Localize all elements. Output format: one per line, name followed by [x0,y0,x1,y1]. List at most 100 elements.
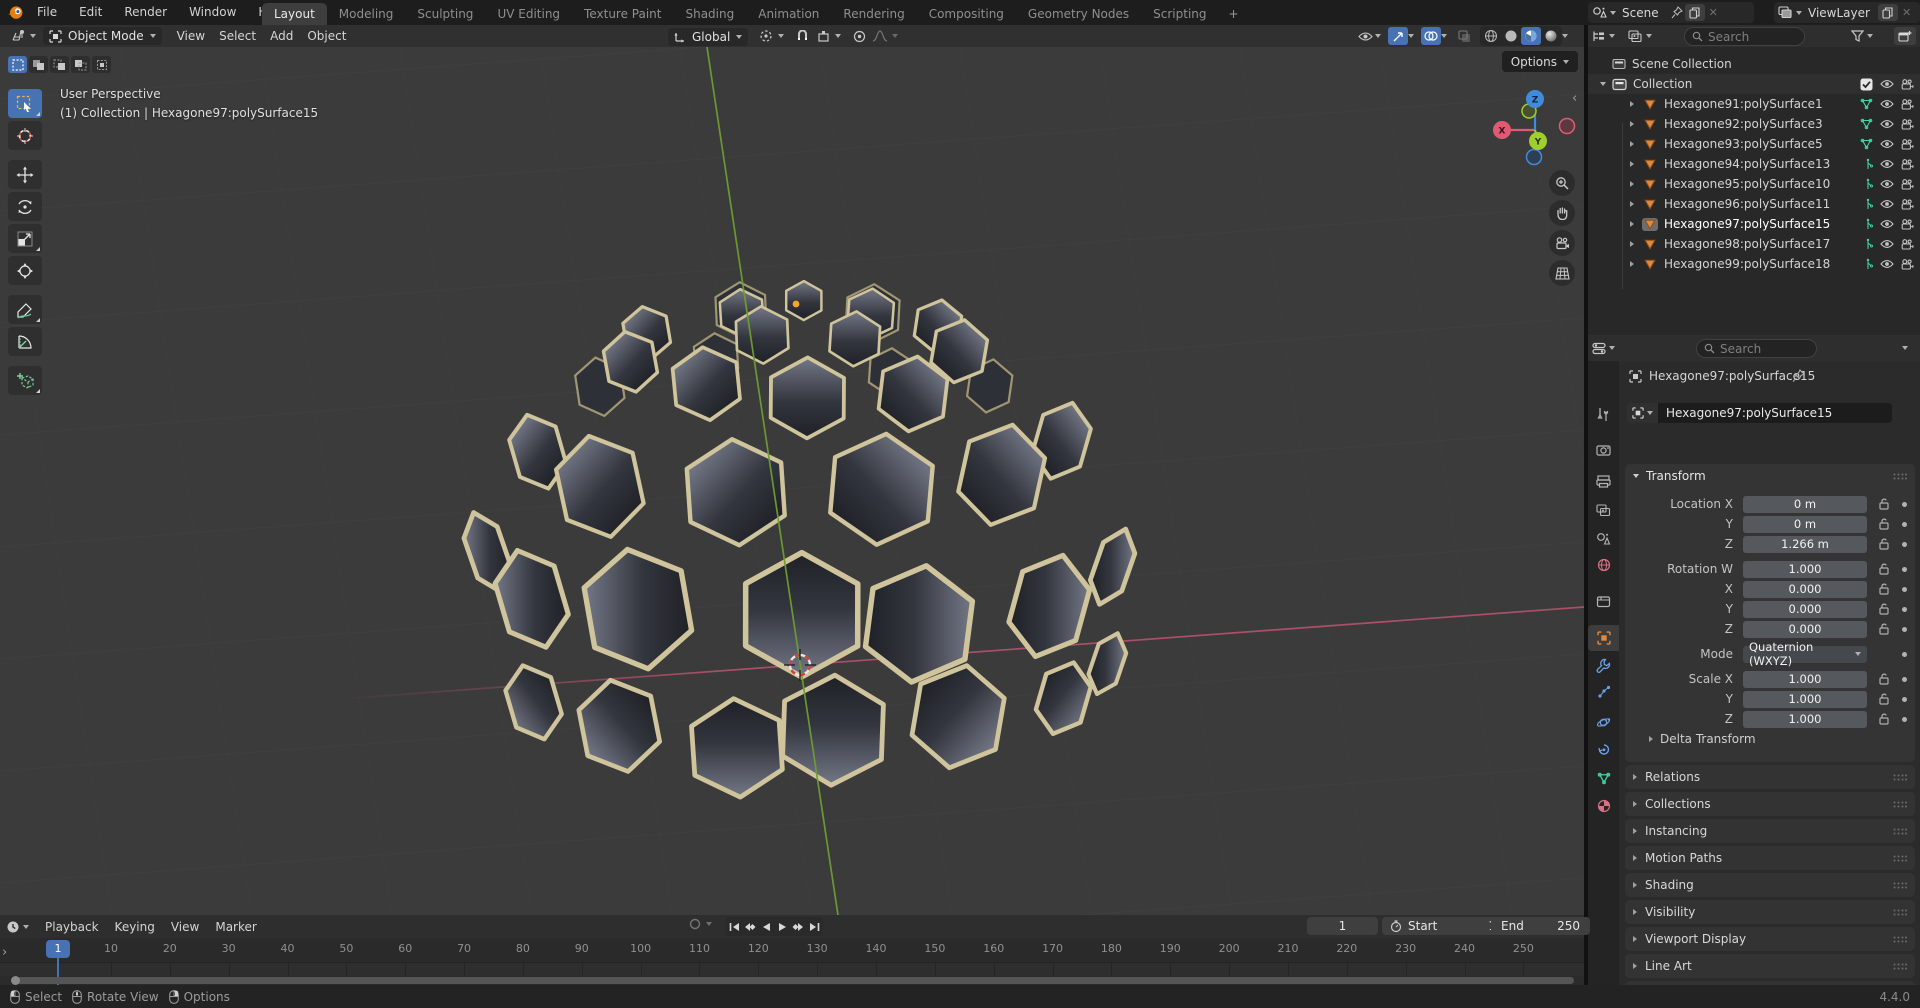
scene-tab[interactable] [1588,525,1619,551]
lock-icon[interactable] [1875,518,1893,530]
outliner-row-object[interactable]: Hexagone99:polySurface18 [1588,254,1920,274]
gizmos-toggle[interactable] [1388,27,1408,45]
render-tab[interactable] [1588,437,1619,463]
shading-rendered-button[interactable] [1541,27,1561,45]
filter-id-dropdown[interactable] [1628,25,1652,47]
timeline-menu-keying[interactable]: Keying [107,915,163,938]
pivot-point-button[interactable] [756,27,776,45]
tab-animation[interactable]: Animation [746,3,831,25]
value-field[interactable]: 0 m [1743,496,1867,513]
tool-move[interactable] [8,160,42,189]
jump-to-start-button[interactable] [726,918,742,935]
expand-arrow-icon[interactable] [1630,201,1634,207]
tab-layout[interactable]: Layout [262,3,327,25]
panel-instancing[interactable]: Instancing [1625,819,1915,843]
animate-dot[interactable] [1902,567,1907,572]
jump-to-end-button[interactable] [806,918,822,935]
3d-viewport[interactable]: User Perspective (1) Collection | Hexago… [0,47,1584,915]
outliner-row-object[interactable]: Hexagone92:polySurface3 [1588,114,1920,134]
timeline-editor-type-button[interactable] [0,915,37,938]
timeline-menu-marker[interactable]: Marker [207,915,264,938]
output-tab[interactable] [1588,468,1619,494]
hide-eye-icon[interactable] [1880,79,1894,89]
panel-viewport-display[interactable]: Viewport Display [1625,927,1915,951]
pin-icon[interactable] [1671,6,1683,19]
transform-panel-header[interactable]: Transform [1625,464,1915,488]
transform-orientation-dropdown[interactable]: Global [668,28,748,46]
editor-type-button[interactable] [4,25,43,47]
navigation-gizmo[interactable]: XZY [1485,78,1584,178]
object-name[interactable]: Hexagone94:polySurface13 [1664,157,1830,171]
outliner-search-input[interactable]: Search [1684,27,1805,46]
viewport-menu-object[interactable]: Object [300,25,353,47]
snap-toggle-button[interactable] [792,27,812,45]
properties-editor-type-button[interactable] [1592,335,1615,361]
panel-grip[interactable] [1893,882,1907,889]
tool-annotate[interactable] [8,295,42,324]
xray-toggle[interactable] [1454,27,1474,45]
expand-arrow-icon[interactable] [1630,241,1634,247]
value-field[interactable]: 0.000 [1743,621,1867,638]
animate-dot[interactable] [1902,717,1907,722]
collapse-chevron-icon[interactable] [1600,82,1606,86]
disable-camera-icon[interactable] [1901,159,1914,170]
disable-camera-icon[interactable] [1901,219,1914,230]
collection-checkbox[interactable] [1860,78,1873,91]
timeline-expand-arrow[interactable]: › [2,945,7,960]
panel-line-art[interactable]: Line Art [1625,954,1915,978]
disable-camera-icon[interactable] [1901,139,1914,150]
pin-icon[interactable] [1792,369,1805,383]
scene-name[interactable]: Scene [1616,6,1665,20]
value-field[interactable]: 1.266 m [1743,536,1867,553]
menu-render[interactable]: Render [113,0,178,25]
tab-sculpting[interactable]: Sculpting [405,3,485,25]
select-set-button[interactable] [8,56,27,73]
orthographic-toggle-button[interactable] [1549,260,1575,286]
tab-scripting[interactable]: Scripting [1141,3,1218,25]
constraints-tab[interactable] [1588,737,1619,763]
show-hide-dropdown[interactable] [1355,27,1375,45]
view-layer-tab[interactable] [1588,497,1619,523]
disable-camera-icon[interactable] [1901,259,1914,270]
chevron-down-icon[interactable] [1562,34,1568,38]
timeline-ruler[interactable]: 1020304050607080901001101201301401501601… [0,938,1584,962]
timeline-menu-playback[interactable]: Playback [37,915,107,938]
hide-eye-icon[interactable] [1880,219,1894,229]
outliner-row-object[interactable]: Hexagone93:polySurface5 [1588,134,1920,154]
falloff-curve-button[interactable] [870,27,890,45]
rotation-mode-dropdown[interactable]: Quaternion (WXYZ) [1743,646,1867,663]
panel-shading[interactable]: Shading [1625,873,1915,897]
breadcrumb-object-name[interactable]: Hexagone97:polySurface15 [1649,369,1815,383]
expand-arrow-icon[interactable] [1630,181,1634,187]
sidebar-collapse-arrow[interactable]: ‹ [1572,91,1577,106]
new-collection-button[interactable] [1894,27,1916,45]
expand-arrow-icon[interactable] [1630,141,1634,147]
animate-dot[interactable] [1902,652,1907,657]
value-field[interactable]: 0.000 [1743,581,1867,598]
hide-eye-icon[interactable] [1880,239,1894,249]
lock-icon[interactable] [1875,713,1893,725]
panel-grip[interactable] [1893,473,1907,480]
outliner-row-object[interactable]: Hexagone95:polySurface10 [1588,174,1920,194]
outliner-row-scene-collection[interactable]: Scene Collection [1588,54,1920,74]
viewport-menu-add[interactable]: Add [263,25,300,47]
viewlayer-name[interactable]: ViewLayer [1802,6,1876,20]
shading-solid-button[interactable] [1501,27,1521,45]
viewlayer-selector[interactable]: ViewLayer ✕ [1774,2,1920,23]
viewlayer-remove-icon[interactable]: ✕ [1902,6,1911,19]
object-name[interactable]: Hexagone97:polySurface15 [1664,217,1830,231]
chevron-down-icon[interactable] [778,34,784,38]
outliner-row-collection[interactable]: Collection [1588,74,1920,94]
tool-scale[interactable] [8,224,42,253]
animate-dot[interactable] [1902,627,1907,632]
frame-start-field[interactable]: Start 1 [1382,917,1504,935]
tab-rendering[interactable]: Rendering [831,3,916,25]
animate-dot[interactable] [1902,587,1907,592]
animate-dot[interactable] [1902,522,1907,527]
hide-eye-icon[interactable] [1880,159,1894,169]
object-name[interactable]: Hexagone91:polySurface1 [1664,97,1823,111]
animate-dot[interactable] [1902,697,1907,702]
value-field[interactable]: 1.000 [1743,671,1867,688]
lock-icon[interactable] [1875,603,1893,615]
lock-icon[interactable] [1875,538,1893,550]
